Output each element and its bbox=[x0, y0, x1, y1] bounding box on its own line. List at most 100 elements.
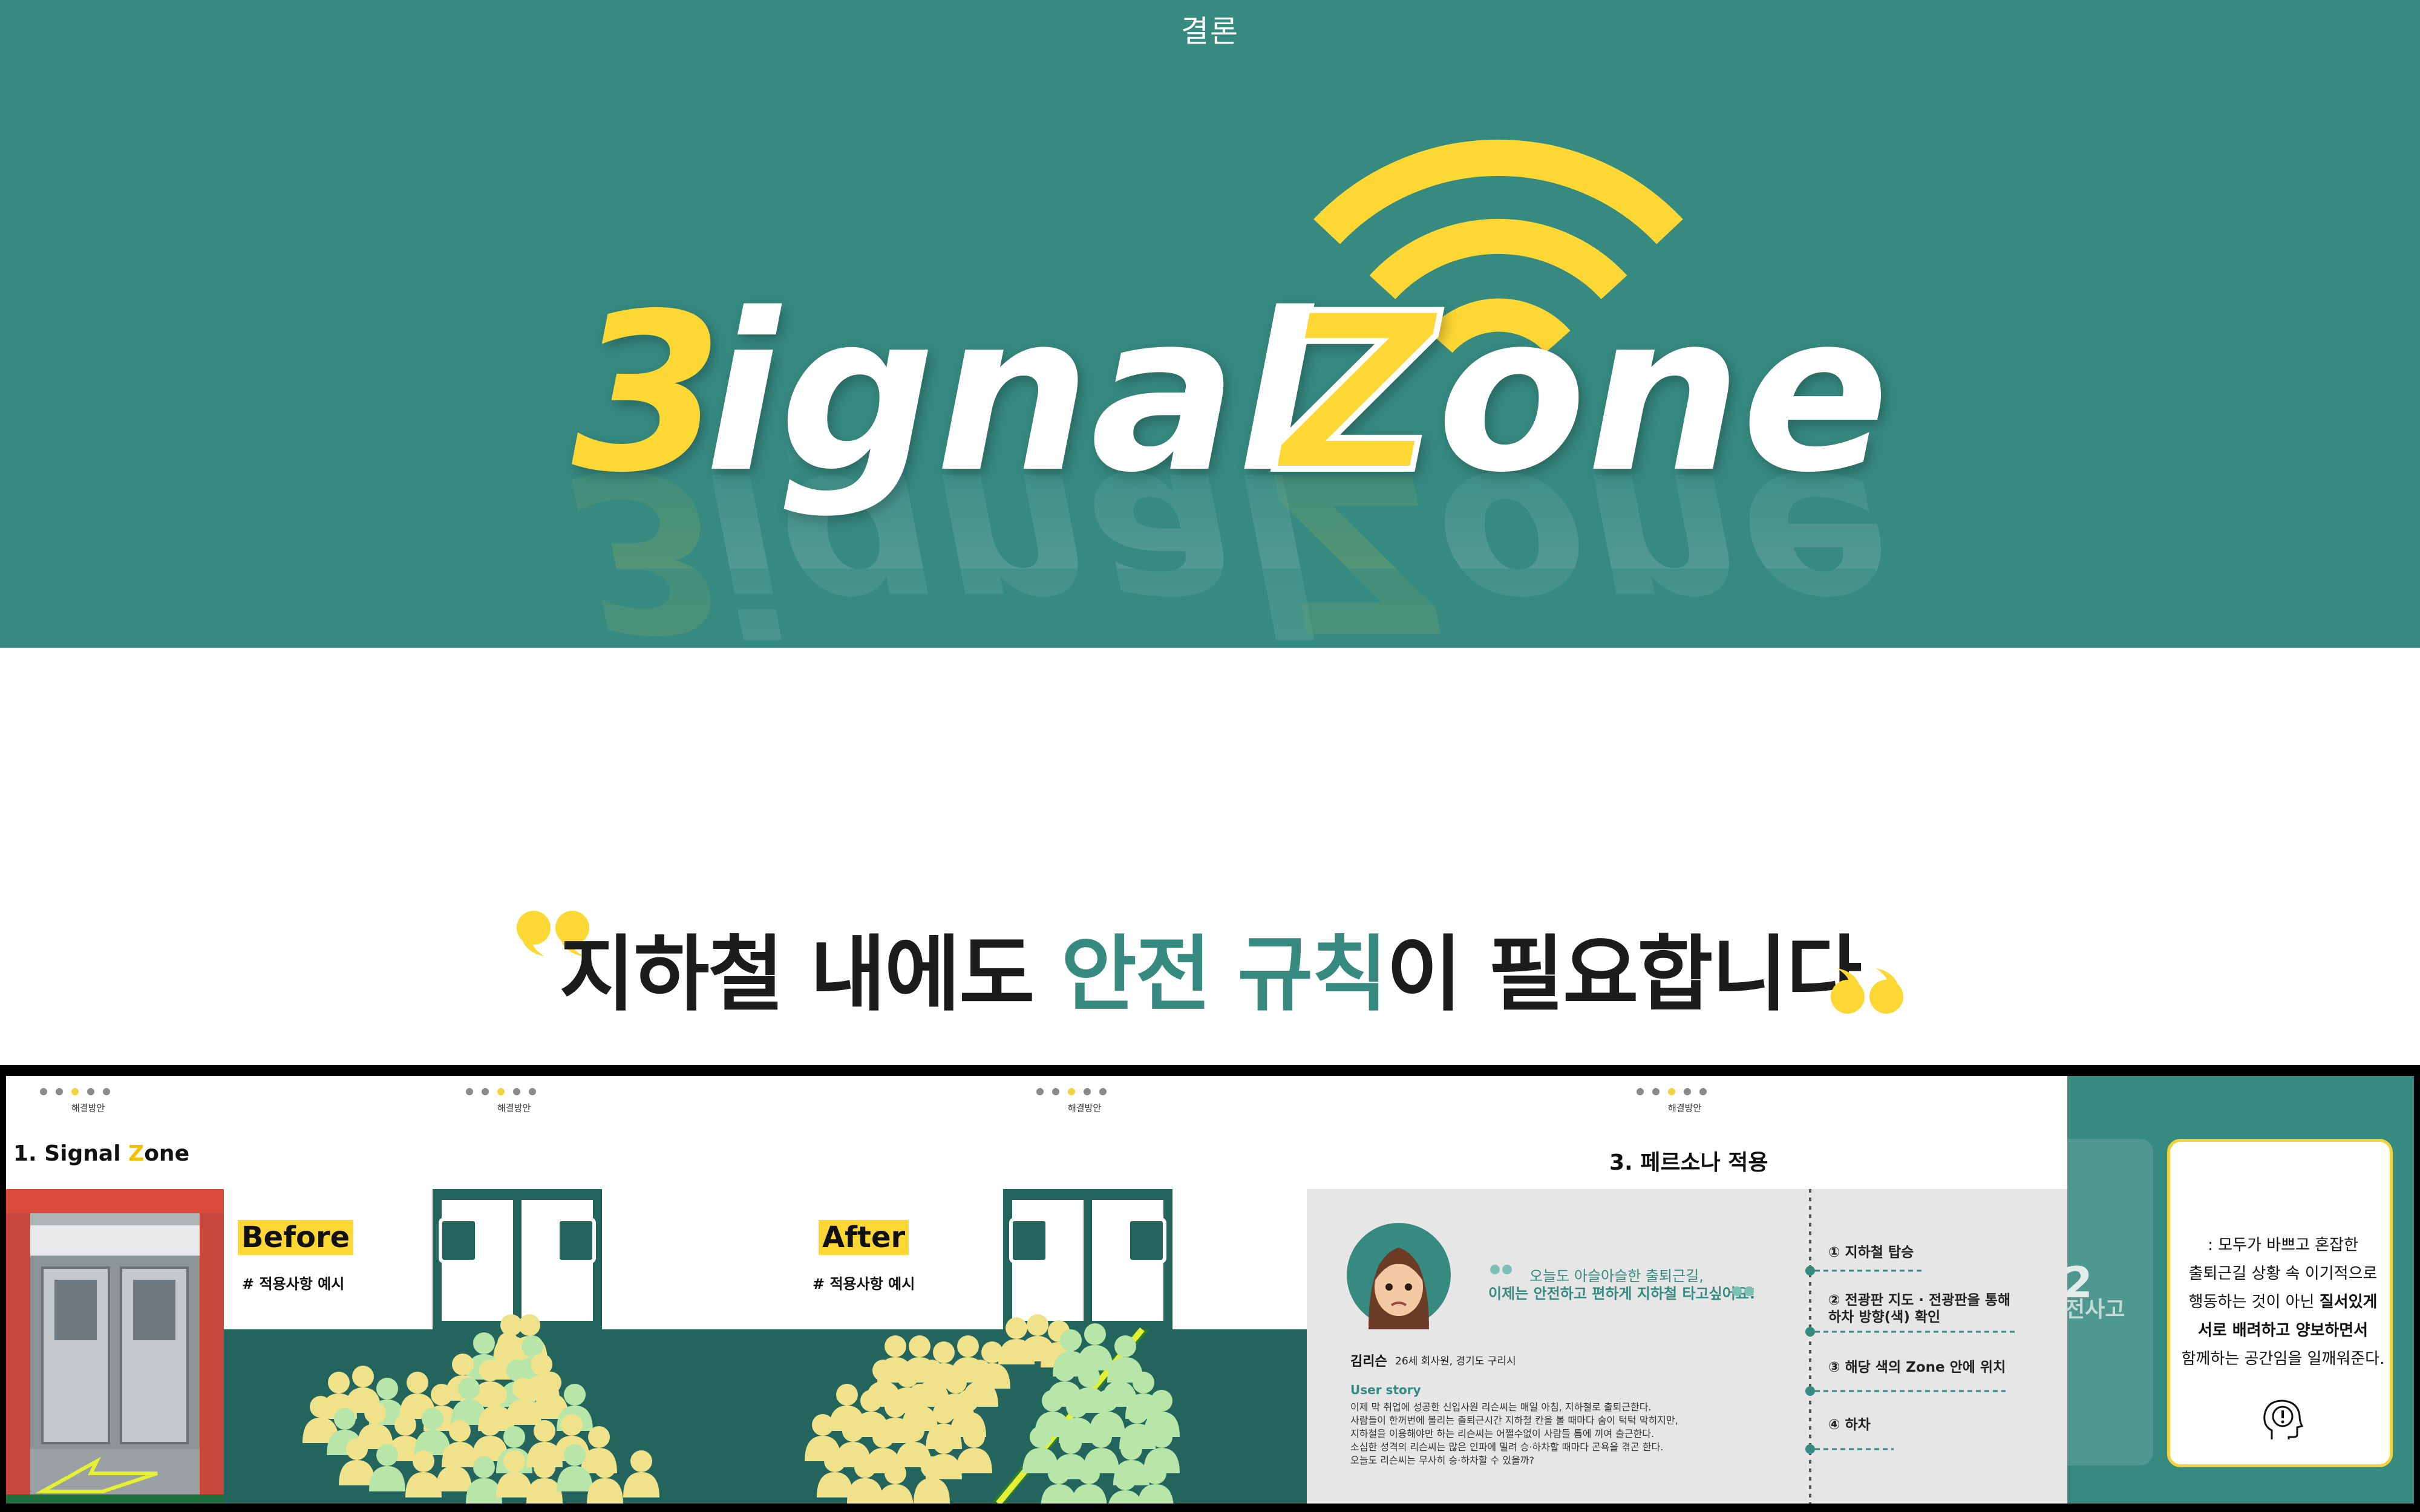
slide-tab-label: 해결방안 bbox=[1668, 1103, 1702, 1113]
usage-steps-timeline bbox=[1805, 1189, 2015, 1504]
subway-door-photo bbox=[6, 1189, 224, 1504]
person-figure bbox=[479, 1414, 501, 1436]
progress-dots bbox=[466, 1088, 536, 1095]
ghost-text: 전사고 bbox=[2065, 1297, 2125, 1322]
person-figure bbox=[449, 1420, 471, 1442]
person-figure bbox=[903, 1420, 924, 1442]
slide-tab-label: 해결방안 bbox=[1068, 1103, 1102, 1113]
person-figure bbox=[885, 1462, 906, 1484]
person-figure bbox=[957, 1390, 979, 1412]
person-figure bbox=[1084, 1323, 1106, 1345]
person-figure bbox=[885, 1335, 906, 1357]
person-figure bbox=[431, 1384, 453, 1406]
before-crowd-illustration bbox=[224, 1189, 702, 1504]
person-figure bbox=[328, 1372, 350, 1393]
person-figure bbox=[346, 1438, 368, 1460]
person-figure bbox=[824, 1450, 846, 1472]
summary-line-4: 서로 배려하고 양보하면서 bbox=[2197, 1321, 2369, 1340]
persona-quote-line2: 이제는 안전하고 편하게 지하철 타고싶어요! bbox=[1488, 1285, 1756, 1302]
person-figure bbox=[1151, 1390, 1172, 1412]
progress-dots bbox=[1637, 1088, 1707, 1095]
person-figure bbox=[1108, 1360, 1130, 1381]
summary-line-1: : 모두가 바쁘고 혼잡한 bbox=[2208, 1236, 2358, 1254]
person-figure bbox=[376, 1378, 398, 1400]
person-figure bbox=[921, 1456, 943, 1478]
person-figure bbox=[842, 1420, 864, 1442]
person-figure bbox=[352, 1366, 374, 1387]
person-figure bbox=[933, 1402, 955, 1424]
summary-card: : 모두가 바쁘고 혼잡한 출퇴근길 상황 속 이기적으로 행동하는 것이 아닌… bbox=[2167, 1139, 2393, 1467]
person-figure bbox=[473, 1456, 495, 1478]
person-figure bbox=[364, 1402, 386, 1424]
person-figure bbox=[897, 1366, 918, 1387]
person-figure bbox=[1078, 1366, 1100, 1387]
person-figure bbox=[413, 1450, 434, 1472]
person-figure bbox=[885, 1396, 906, 1418]
head-exclamation-icon bbox=[2263, 1400, 2304, 1439]
person-figure bbox=[540, 1372, 561, 1393]
progress-dots bbox=[1036, 1088, 1107, 1095]
slide1-title: 1. Signal Zone bbox=[13, 1141, 189, 1166]
person-figure bbox=[909, 1335, 930, 1357]
person-figure bbox=[534, 1420, 555, 1442]
signal-zone-logo: 3 ignal Z one 3 ignal Z one bbox=[544, 139, 1889, 648]
step-3: ③ 해당 색의 Zone 안에 위치 bbox=[1828, 1360, 2006, 1375]
person-figure bbox=[1120, 1438, 1142, 1460]
hero-banner: 결론 3 ignal Z one 3 ignal Z one bbox=[0, 0, 2420, 648]
person-figure bbox=[512, 1378, 534, 1400]
person-figure bbox=[872, 1360, 894, 1381]
person-figure bbox=[1006, 1317, 1027, 1339]
person-figure bbox=[452, 1354, 474, 1375]
person-figure bbox=[909, 1384, 930, 1406]
person-figure bbox=[1054, 1360, 1076, 1381]
persona-name: 김리슨 bbox=[1350, 1354, 1387, 1369]
person-figure bbox=[376, 1444, 398, 1466]
summary-line-2: 출퇴근길 상황 속 이기적으로 bbox=[2188, 1265, 2378, 1283]
person-figure bbox=[872, 1426, 894, 1448]
person-figure bbox=[963, 1426, 985, 1448]
close-quote-icon bbox=[1831, 968, 1903, 1014]
person-figure bbox=[564, 1444, 586, 1466]
person-figure bbox=[458, 1378, 480, 1400]
progress-dots bbox=[40, 1088, 110, 1095]
person-figure bbox=[860, 1390, 882, 1412]
person-figure bbox=[1145, 1462, 1166, 1484]
person-figure bbox=[1114, 1335, 1136, 1357]
person-figure bbox=[394, 1414, 416, 1436]
person-figure bbox=[630, 1450, 652, 1472]
person-figure bbox=[588, 1426, 610, 1448]
persona-meta: 26세 회사원, 경기도 구리시 bbox=[1395, 1355, 1516, 1367]
summary-line-5: 함께하는 공간임을 일깨워준다. bbox=[2181, 1350, 2385, 1368]
person-figure bbox=[854, 1456, 876, 1478]
person-figure bbox=[497, 1332, 519, 1354]
person-figure bbox=[1133, 1372, 1154, 1393]
person-figure bbox=[310, 1396, 332, 1418]
user-story-heading: User story bbox=[1350, 1383, 1421, 1397]
person-figure bbox=[407, 1372, 428, 1393]
persona-title: 3. 페르소나 적용 bbox=[1609, 1150, 1768, 1175]
person-figure bbox=[1114, 1468, 1136, 1490]
person-figure bbox=[1027, 1314, 1048, 1336]
person-figure bbox=[1151, 1426, 1172, 1448]
step-4: ④ 하차 bbox=[1828, 1417, 1871, 1433]
persona-avatar bbox=[1347, 1223, 1451, 1329]
person-figure bbox=[564, 1384, 586, 1406]
person-figure bbox=[933, 1432, 955, 1454]
person-figure bbox=[933, 1341, 955, 1363]
person-figure bbox=[1096, 1390, 1118, 1412]
person-figure bbox=[479, 1360, 501, 1381]
person-figure bbox=[1060, 1432, 1082, 1454]
slide-tab-label: 해결방안 bbox=[71, 1103, 105, 1113]
step-2-detail: 하차 방향(색) 확인 bbox=[1828, 1309, 1941, 1325]
user-story-text: 이제 막 취업에 성공한 신입사원 리슨씨는 매일 아침, 지하철로 출퇴근한다… bbox=[1350, 1401, 1678, 1466]
person-figure bbox=[485, 1384, 507, 1406]
summary-line-3: 행동하는 것이 아닌 질서있게 bbox=[2188, 1293, 2378, 1311]
person-figure bbox=[422, 1408, 443, 1430]
person-figure bbox=[1060, 1329, 1082, 1351]
after-crowd-illustration bbox=[702, 1189, 1307, 1504]
person-figure bbox=[1066, 1396, 1088, 1418]
person-figure bbox=[473, 1332, 495, 1354]
person-figure bbox=[503, 1450, 525, 1472]
person-figure bbox=[534, 1456, 555, 1478]
person-figure bbox=[1042, 1390, 1064, 1412]
